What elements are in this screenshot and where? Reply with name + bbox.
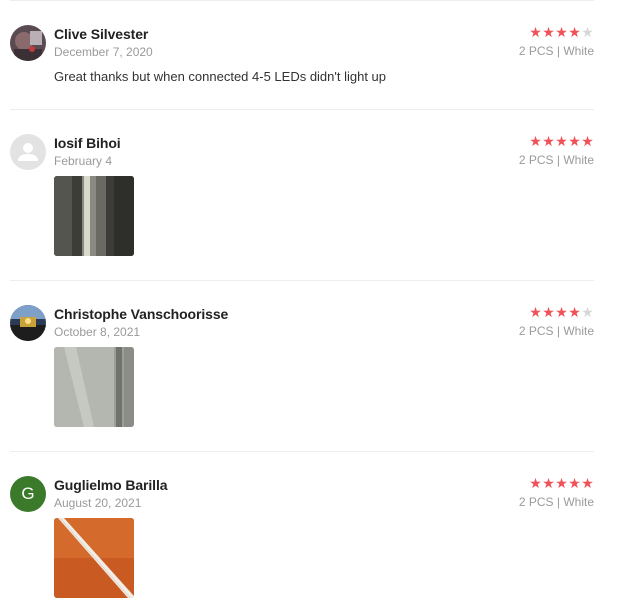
variant-info: 2 PCS | White [518,44,594,58]
star-icon: ★ [568,304,581,320]
star-icon: ★ [542,133,555,149]
star-rating: ★ ★ ★ ★ ★ [529,304,594,320]
star-icon: ★ [555,475,568,491]
review-item: Iosif Bihoi February 4 ★ ★ ★ ★ ★ 2 PCS | Whi… [10,134,594,259]
divider [10,0,594,1]
star-icon: ★ [529,475,542,491]
reviewer-name[interactable]: Guglielmo Barilla [54,477,168,493]
star-icon: ★ [568,133,581,149]
star-icon: ★ [568,24,581,40]
star-icon: ★ [581,304,594,320]
star-rating: ★ ★ ★ ★ ★ [529,133,594,149]
avatar-photo [10,25,46,61]
star-icon: ★ [542,24,555,40]
avatar-photo [10,305,46,341]
review-date: October 8, 2021 [54,325,141,339]
avatar[interactable] [10,134,46,170]
star-icon: ★ [555,24,568,40]
star-icon: ★ [529,304,542,320]
variant-info: 2 PCS | White [518,153,594,167]
review-item: G Guglielmo Barilla August 20, 2021 ★ ★ ★ ★… [10,476,594,601]
review-photo[interactable] [54,518,134,598]
avatar[interactable] [10,305,46,341]
reviewer-name[interactable]: Clive Silvester [54,26,148,42]
star-icon: ★ [581,475,594,491]
reviewer-name[interactable]: Christophe Vanschoorisse [54,306,228,322]
star-icon: ★ [581,133,594,149]
star-icon: ★ [568,475,581,491]
star-icon: ★ [542,304,555,320]
review-photo[interactable] [54,347,134,427]
review-comment: Great thanks but when connected 4-5 LEDs… [54,69,387,84]
review-photo-image [54,347,134,427]
review-photo-image [54,176,134,256]
star-icon: ★ [529,24,542,40]
variant-info: 2 PCS | White [518,495,594,509]
review-item: Clive Silvester December 7, 2020 Great t… [10,25,594,105]
variant-info: 2 PCS | White [518,324,594,338]
user-icon [18,143,38,161]
review-list: Clive Silvester December 7, 2020 Great t… [0,0,622,601]
divider [10,109,594,110]
avatar[interactable] [10,25,46,61]
review-item: Christophe Vanschoorisse October 8, 2021… [10,305,594,430]
star-icon: ★ [555,133,568,149]
reviewer-name[interactable]: Iosif Bihoi [54,135,121,151]
star-rating: ★ ★ ★ ★ ★ [529,24,594,40]
star-icon: ★ [529,133,542,149]
review-photo[interactable] [54,176,134,256]
review-date: February 4 [54,154,113,168]
divider [10,451,594,452]
avatar[interactable]: G [10,476,46,512]
star-icon: ★ [542,475,555,491]
star-icon: ★ [581,24,594,40]
review-date: December 7, 2020 [54,45,153,59]
review-date: August 20, 2021 [54,496,142,510]
star-icon: ★ [555,304,568,320]
review-photo-image [54,518,134,598]
star-rating: ★ ★ ★ ★ ★ [529,475,594,491]
divider [10,280,594,281]
avatar-letter: G [10,476,46,512]
